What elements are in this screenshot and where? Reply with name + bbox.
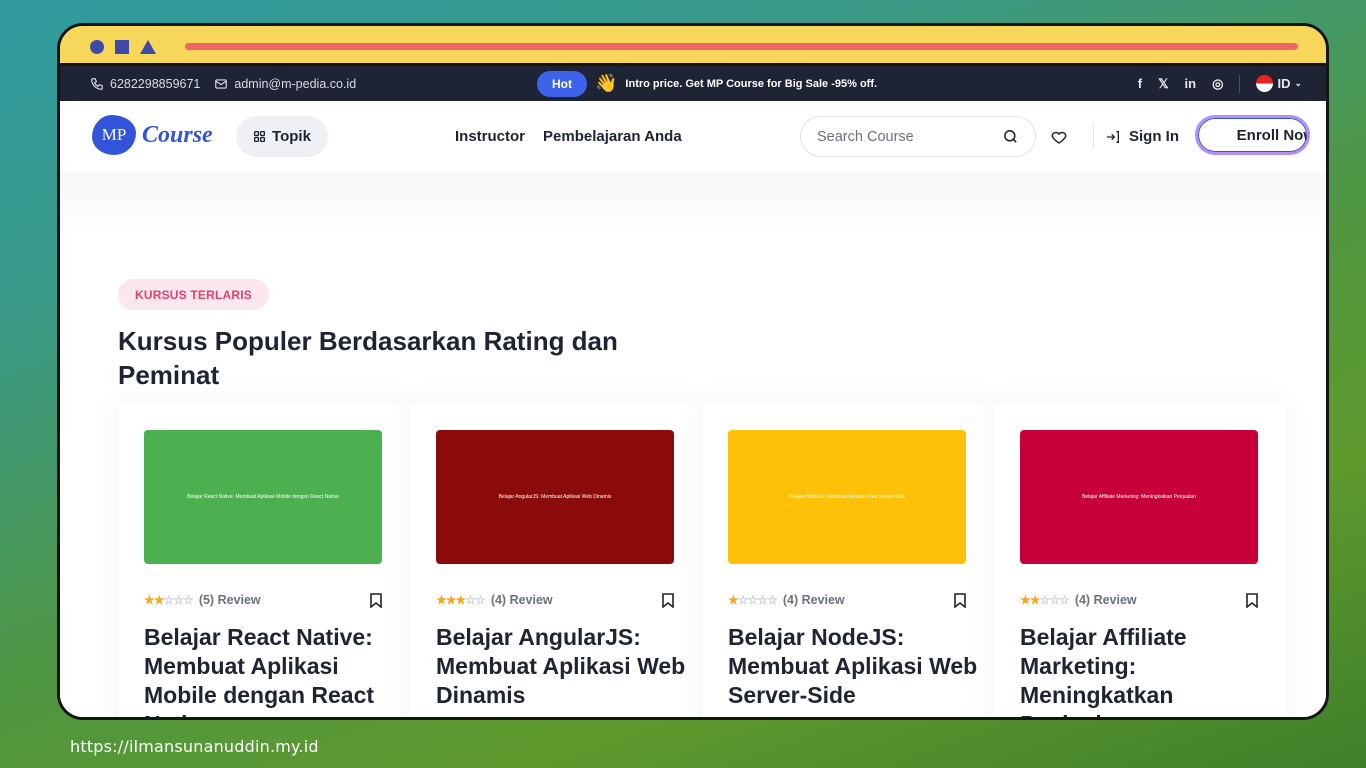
- course-card[interactable]: Belajar NodeJS: Membuat Aplikasi Web Ser…: [702, 403, 994, 717]
- mail-icon: [215, 78, 228, 89]
- sign-in-link[interactable]: Sign In: [1105, 128, 1179, 145]
- browser-window: 6282298859671 admin@m-pedia.co.id Hot 👋 …: [57, 23, 1329, 720]
- main-nav: Instructor Pembelajaran Anda: [455, 128, 682, 145]
- course-title[interactable]: Belajar NodeJS: Membuat Aplikasi Web Ser…: [728, 623, 978, 710]
- review-count: (4) Review: [490, 593, 553, 607]
- chevron-down-icon: ⌄: [1294, 78, 1302, 88]
- search-icon[interactable]: [1002, 128, 1019, 145]
- header-shadow: [60, 173, 1326, 233]
- enroll-label: Enroll Now: [1236, 126, 1310, 144]
- divider: [1239, 74, 1241, 93]
- bookmark-icon[interactable]: [954, 593, 966, 608]
- course-title[interactable]: Belajar AngularJS: Membuat Aplikasi Web …: [436, 623, 686, 710]
- address-bar[interactable]: [185, 43, 1298, 50]
- star-rating-icon: ★★☆☆☆: [144, 593, 194, 607]
- section-tag: KURSUS TERLARIS: [118, 279, 270, 310]
- heart-icon[interactable]: [1050, 128, 1068, 146]
- phone-number: 6282298859671: [110, 76, 201, 91]
- search-input[interactable]: [817, 128, 987, 145]
- logo-text: Course: [142, 121, 213, 148]
- popular-courses-section: KURSUS TERLARIS Kursus Populer Berdasark…: [60, 173, 1326, 717]
- course-card[interactable]: Belajar Affiliate Marketing: Meningkatka…: [994, 403, 1286, 717]
- nav-pembelajaran-anda[interactable]: Pembelajaran Anda: [543, 128, 682, 145]
- twitter-icon[interactable]: 𝕏: [1158, 76, 1168, 92]
- social-links: f 𝕏 in ◎ ID ⌄: [1138, 74, 1302, 93]
- course-title[interactable]: Belajar Affiliate Marketing: Meningkatka…: [1020, 623, 1270, 717]
- waving-hand-icon: 👋: [595, 73, 618, 93]
- language-selector[interactable]: ID ⌄: [1256, 75, 1302, 92]
- contact-info: 6282298859671 admin@m-pedia.co.id: [90, 77, 356, 91]
- square-icon: [115, 40, 129, 54]
- course-rating: ★☆☆☆☆ (4) Review: [728, 593, 845, 607]
- course-thumbnail[interactable]: Belajar React Native: Membuat Aplikasi M…: [144, 430, 382, 564]
- nav-instructor[interactable]: Instructor: [455, 128, 525, 145]
- course-rating: ★★☆☆☆ (4) Review: [1020, 593, 1137, 607]
- hot-badge: Hot: [537, 70, 587, 97]
- star-rating-icon: ★☆☆☆☆: [728, 593, 778, 607]
- enroll-now-button[interactable]: Enroll Now: [1195, 115, 1310, 155]
- email-contact[interactable]: admin@m-pedia.co.id: [214, 77, 356, 91]
- triangle-icon: [140, 40, 156, 54]
- divider: [1093, 125, 1094, 149]
- promo-text: Intro price. Get MP Course for Big Sale …: [625, 77, 878, 90]
- grid-icon: [254, 130, 266, 143]
- indonesia-flag-icon: [1256, 75, 1274, 92]
- review-count: (5) Review: [198, 593, 261, 607]
- review-count: (4) Review: [782, 593, 845, 607]
- site-logo[interactable]: MP Course: [92, 115, 213, 155]
- site-header: MP Course Topik Instructor Pembelajaran …: [60, 101, 1326, 173]
- star-rating-icon: ★★☆☆☆: [1020, 593, 1070, 607]
- browser-chrome: [60, 26, 1326, 66]
- course-list: Belajar React Native: Membuat Aplikasi M…: [118, 403, 1286, 717]
- course-thumbnail[interactable]: Belajar AngularJS: Membuat Aplikasi Web …: [436, 430, 674, 564]
- course-thumbnail[interactable]: Belajar Affiliate Marketing: Meningkatka…: [1020, 430, 1258, 564]
- url-caption: https://ilmansunanuddin.my.id: [70, 737, 319, 756]
- star-rating-icon: ★★★☆☆: [436, 593, 486, 607]
- top-info-bar: 6282298859671 admin@m-pedia.co.id Hot 👋 …: [60, 66, 1326, 101]
- instagram-icon[interactable]: ◎: [1212, 76, 1223, 92]
- linkedin-icon[interactable]: in: [1185, 76, 1197, 91]
- login-icon: [1107, 130, 1119, 143]
- course-title[interactable]: Belajar React Native: Membuat Aplikasi M…: [144, 623, 394, 717]
- course-thumbnail[interactable]: Belajar NodeJS: Membuat Aplikasi Web Ser…: [728, 430, 966, 564]
- course-card[interactable]: Belajar React Native: Membuat Aplikasi M…: [118, 403, 410, 717]
- phone-icon: [91, 77, 103, 90]
- facebook-icon[interactable]: f: [1138, 76, 1142, 91]
- circle-icon: [90, 40, 104, 54]
- language-code: ID: [1277, 76, 1291, 91]
- course-rating: ★★★☆☆ (4) Review: [436, 593, 553, 607]
- search-box: [800, 116, 1036, 157]
- sign-in-label: Sign In: [1129, 128, 1179, 145]
- promo-banner: Hot 👋 Intro price. Get MP Course for Big…: [537, 70, 878, 97]
- topik-label: Topik: [272, 128, 311, 145]
- bookmark-icon[interactable]: [662, 593, 674, 608]
- topik-button[interactable]: Topik: [236, 116, 328, 157]
- review-count: (4) Review: [1074, 593, 1137, 607]
- phone-contact[interactable]: 6282298859671: [90, 77, 200, 91]
- email-address: admin@m-pedia.co.id: [234, 76, 357, 91]
- course-card[interactable]: Belajar AngularJS: Membuat Aplikasi Web …: [410, 403, 702, 717]
- logo-mark: MP: [92, 115, 136, 155]
- course-rating: ★★☆☆☆ (5) Review: [144, 593, 261, 607]
- bookmark-icon[interactable]: [1246, 593, 1258, 608]
- bookmark-icon[interactable]: [370, 593, 382, 608]
- section-title: Kursus Populer Berdasarkan Rating dan Pe…: [118, 326, 618, 390]
